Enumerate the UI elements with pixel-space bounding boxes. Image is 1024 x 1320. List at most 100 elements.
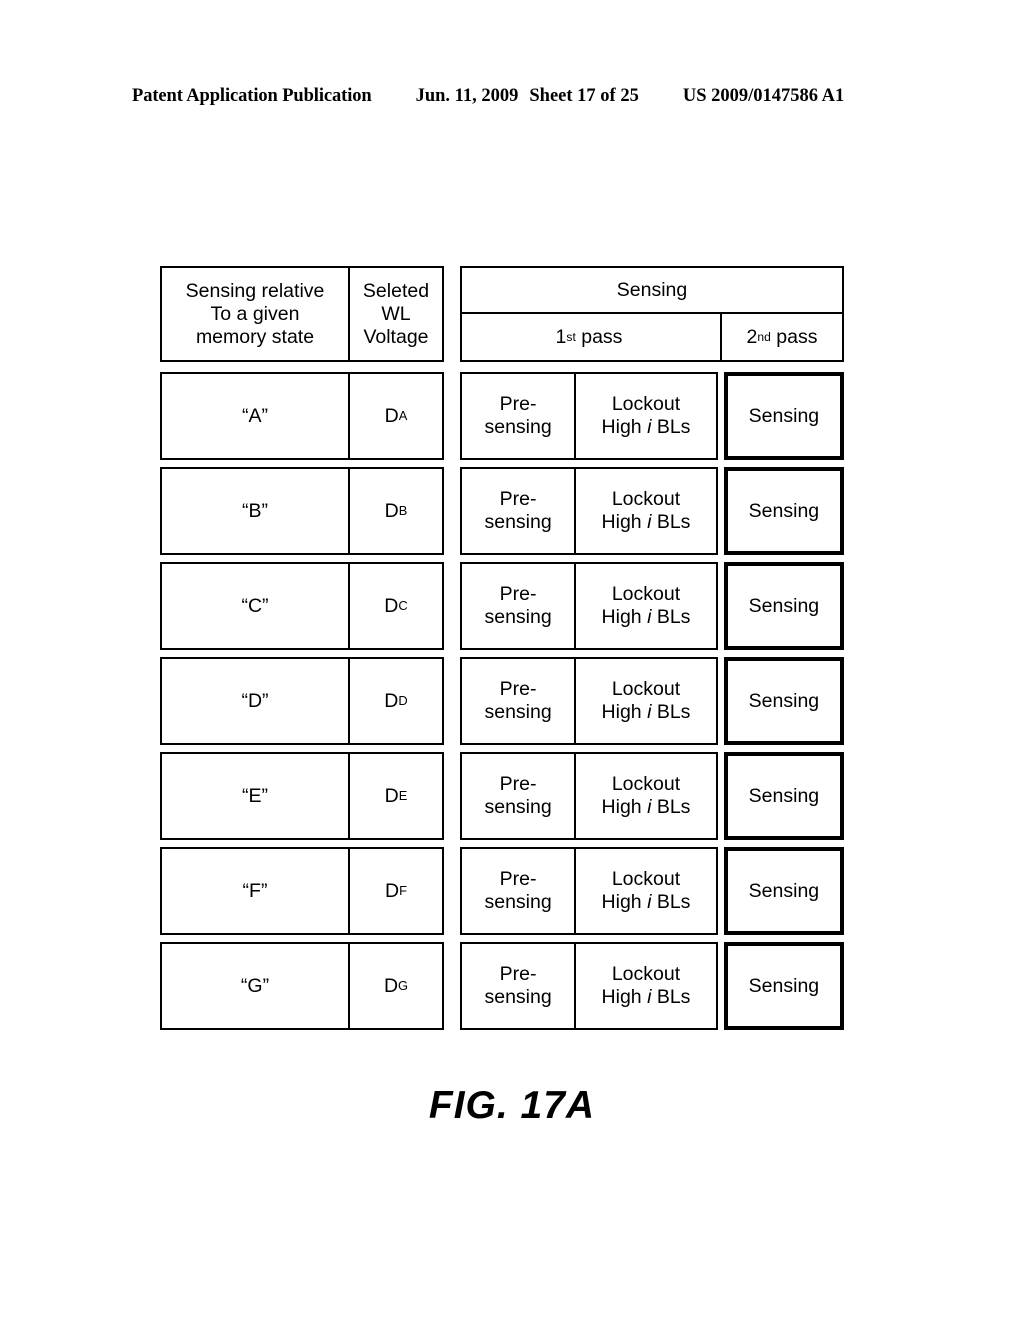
lockout-i-variable: i bbox=[647, 796, 652, 818]
row-right-group: Pre-sensing Lockout High i BLs Sensing bbox=[460, 942, 844, 1030]
pre-sensing-line2: sensing bbox=[484, 606, 552, 628]
header-first-pass-ordinal: st bbox=[566, 330, 576, 344]
figure-caption: FIG. 17A bbox=[428, 1084, 596, 1127]
header-memory-state-line2: To a given bbox=[210, 302, 300, 325]
cell-wl-voltage: DC bbox=[348, 564, 442, 648]
header-wl-voltage-line3: Voltage bbox=[363, 325, 429, 348]
lockout-line1: Lockout bbox=[611, 488, 681, 510]
wl-voltage-base: D bbox=[384, 499, 399, 522]
lockout-high-word: High bbox=[601, 606, 642, 628]
table-row: “B” D B Pre-sensing Lockout High i BLs Sensing bbox=[160, 467, 844, 555]
cell-second-pass-sensing: Sensing bbox=[723, 847, 844, 935]
cell-wl-voltage: DG bbox=[348, 944, 442, 1028]
header-memory-state-line1: Sensing relative bbox=[185, 279, 325, 302]
pre-sensing-line1: Pre- bbox=[499, 963, 537, 985]
row-left-group: “B” D B bbox=[160, 467, 444, 555]
header-sensing-span-label: Sensing bbox=[616, 278, 688, 301]
lockout-bls-word: BLs bbox=[656, 606, 691, 628]
lockout-line1: Lockout bbox=[611, 583, 681, 605]
cell-wl-voltage: DB bbox=[348, 469, 442, 553]
wl-voltage-subscript: E bbox=[398, 788, 408, 804]
lockout-i-variable: i bbox=[647, 511, 652, 533]
lockout-line1: Lockout bbox=[611, 393, 681, 415]
wl-voltage-subscript: G bbox=[398, 978, 409, 994]
lockout-line1: Lockout bbox=[611, 868, 681, 890]
row-right-group: Pre-sensing Lockout High i BLs Sensing bbox=[460, 372, 844, 460]
lockout-high-word: High bbox=[601, 796, 642, 818]
lockout-line2: High i BLs bbox=[602, 701, 691, 724]
cell-second-pass-sensing: Sensing bbox=[723, 467, 844, 555]
cell-lockout: Lockout High i BLs bbox=[576, 847, 718, 935]
pre-sensing-line1: Pre- bbox=[499, 393, 537, 415]
cell-memory-state: “E” bbox=[242, 784, 268, 807]
cell-second-pass-sensing: Sensing bbox=[723, 372, 844, 460]
cell-second-pass-sensing: Sensing bbox=[723, 942, 844, 1030]
header-left-group: Sensing relative To a given memory state… bbox=[160, 266, 444, 362]
lockout-line2: High i BLs bbox=[602, 891, 691, 914]
row-right-group: Pre-sensing Lockout High i BLs Sensing bbox=[460, 467, 844, 555]
cell-lockout: Lockout High i BLs bbox=[576, 372, 718, 460]
lockout-high-word: High bbox=[601, 511, 642, 533]
wl-voltage-base: D bbox=[383, 974, 399, 997]
row-right-group: Pre-sensing Lockout High i BLs Sensing bbox=[460, 847, 844, 935]
lockout-bls-word: BLs bbox=[656, 986, 691, 1008]
header-cell-wl-voltage: Seleted WL Voltage bbox=[348, 268, 442, 360]
lockout-line2: High i BLs bbox=[602, 511, 691, 534]
pre-sensing-line2: sensing bbox=[484, 701, 552, 723]
header-cell-second-pass: 2nd pass bbox=[720, 314, 842, 360]
pre-sensing-line1: Pre- bbox=[499, 868, 537, 890]
wl-voltage-base: D bbox=[384, 594, 399, 617]
header-memory-state-line3: memory state bbox=[195, 325, 315, 348]
row-left-group: “C” D C bbox=[160, 562, 444, 650]
pre-sensing-line1: Pre- bbox=[499, 583, 537, 605]
cell-pre-sensing: Pre-sensing bbox=[460, 657, 577, 745]
wl-voltage-subscript: C bbox=[398, 598, 408, 614]
cell-pre-sensing: Pre-sensing bbox=[460, 752, 577, 840]
lockout-line1: Lockout bbox=[611, 963, 681, 985]
cell-pre-sensing: Pre-sensing bbox=[460, 372, 577, 460]
table-row: “G” D G Pre-sensing Lockout High i BLs Sensing bbox=[160, 942, 844, 1030]
table-row: “D” D D Pre-sensing Lockout High i BLs Sensing bbox=[160, 657, 844, 745]
pre-sensing-line1: Pre- bbox=[499, 678, 537, 700]
pre-sensing-line2: sensing bbox=[484, 986, 552, 1008]
lockout-bls-word: BLs bbox=[656, 511, 691, 533]
header-right-group: Sensing 1st pass 2nd pass bbox=[460, 266, 844, 362]
header-sensing-block: Sensing 1st pass 2nd pass bbox=[460, 266, 844, 362]
lockout-high-word: High bbox=[601, 701, 642, 723]
pre-sensing-line1: Pre- bbox=[499, 773, 537, 795]
lockout-line2: High i BLs bbox=[602, 416, 691, 439]
wl-voltage-subscript: F bbox=[399, 883, 407, 899]
publication-date: Jun. 11, 2009 bbox=[415, 86, 519, 106]
row-left-group: “A” D A bbox=[160, 372, 444, 460]
publication-label: Patent Application Publication bbox=[132, 86, 372, 106]
cell-pre-sensing: Pre-sensing bbox=[460, 847, 577, 935]
lockout-i-variable: i bbox=[647, 986, 652, 1008]
row-left-group: “D” D D bbox=[160, 657, 444, 745]
lockout-i-variable: i bbox=[647, 701, 652, 723]
cell-pre-sensing: Pre-sensing bbox=[460, 467, 577, 555]
cell-second-pass-sensing: Sensing bbox=[723, 657, 844, 745]
lockout-i-variable: i bbox=[647, 416, 652, 438]
table-row: “E” D E Pre-sensing Lockout High i BLs Sensing bbox=[160, 752, 844, 840]
lockout-line2: High i BLs bbox=[602, 796, 691, 819]
wl-voltage-base: D bbox=[384, 784, 399, 807]
lockout-high-word: High bbox=[601, 416, 642, 438]
patent-number: US 2009/0147586 A1 bbox=[682, 86, 845, 106]
pre-sensing-line2: sensing bbox=[484, 511, 552, 533]
header-wl-voltage-line1: Seleted bbox=[362, 279, 430, 302]
page-header: Patent Application Publication Jun. 11, … bbox=[132, 86, 892, 112]
row-left-group: “F” D F bbox=[160, 847, 444, 935]
cell-lockout: Lockout High i BLs bbox=[576, 467, 718, 555]
cell-memory-state: “G” bbox=[240, 974, 270, 997]
cell-pre-sensing: Pre-sensing bbox=[460, 562, 577, 650]
cell-lockout: Lockout High i BLs bbox=[576, 942, 718, 1030]
cell-wl-voltage: DA bbox=[348, 374, 442, 458]
pre-sensing-line1: Pre- bbox=[499, 488, 537, 510]
wl-voltage-subscript: B bbox=[398, 503, 408, 519]
lockout-bls-word: BLs bbox=[656, 701, 691, 723]
lockout-bls-word: BLs bbox=[656, 796, 691, 818]
wl-voltage-base: D bbox=[384, 689, 399, 712]
lockout-bls-word: BLs bbox=[656, 891, 691, 913]
header-second-pass-number: 2 bbox=[746, 325, 758, 348]
header-first-pass-word: pass bbox=[581, 325, 623, 348]
